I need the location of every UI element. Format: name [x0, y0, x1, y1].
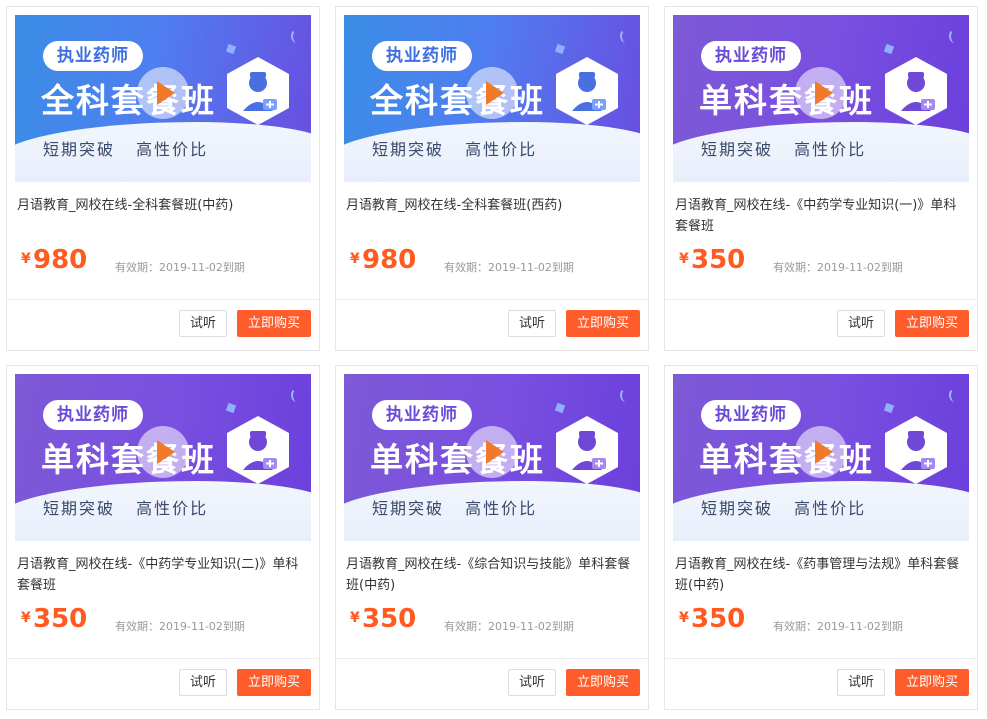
- divider: [665, 299, 977, 300]
- decor-arc: [291, 29, 303, 43]
- course-price: 350: [691, 245, 746, 275]
- pharmacist-icon: [227, 416, 289, 484]
- currency-symbol: ¥: [350, 610, 360, 626]
- decor-shape: [554, 402, 566, 414]
- pharmacist-icon: [227, 57, 289, 125]
- expiry-text: 有效期：2019-11-02到期: [115, 620, 245, 633]
- banner-title: 全科套餐班: [370, 81, 545, 120]
- play-icon[interactable]: [795, 67, 847, 119]
- banner-tag: 执业药师: [372, 400, 472, 430]
- course-title[interactable]: 月语教育_网校在线-全科套餐班(西药): [346, 195, 640, 216]
- banner-subtitle: 短期突破 高性价比: [372, 140, 538, 159]
- trial-button[interactable]: 试听: [837, 310, 885, 337]
- pharmacist-icon: [885, 416, 947, 484]
- divider: [7, 658, 319, 659]
- divider: [336, 658, 648, 659]
- course-card: 执业药师 全科套餐班 短期突破 高性价比 月语教育_网校在线-全科套餐班(中药)…: [6, 6, 320, 351]
- course-title[interactable]: 月语教育_网校在线-《中药学专业知识(二)》单科套餐班: [17, 554, 311, 596]
- banner-subtitle: 短期突破 高性价比: [701, 499, 867, 518]
- course-price: 980: [33, 245, 88, 275]
- divider: [665, 658, 977, 659]
- trial-button[interactable]: 试听: [179, 310, 227, 337]
- currency-symbol: ¥: [21, 610, 31, 626]
- course-banner[interactable]: 执业药师 单科套餐班 短期突破 高性价比: [344, 374, 640, 541]
- buy-now-button[interactable]: 立即购买: [566, 669, 640, 696]
- banner-subtitle: 短期突破 高性价比: [43, 499, 209, 518]
- course-price: 980: [362, 245, 417, 275]
- course-price: 350: [362, 604, 417, 634]
- trial-button[interactable]: 试听: [508, 310, 556, 337]
- banner-subtitle: 短期突破 高性价比: [43, 140, 209, 159]
- banner-title: 单科套餐班: [41, 440, 216, 479]
- expiry-text: 有效期：2019-11-02到期: [773, 620, 903, 633]
- course-title[interactable]: 月语教育_网校在线-《综合知识与技能》单科套餐班(中药): [346, 554, 640, 596]
- pharmacist-icon: [556, 416, 618, 484]
- course-card: 执业药师 单科套餐班 短期突破 高性价比 月语教育_网校在线-《药事管理与法规》…: [664, 365, 978, 710]
- trial-button[interactable]: 试听: [837, 669, 885, 696]
- banner-title: 单科套餐班: [699, 81, 874, 120]
- buy-now-button[interactable]: 立即购买: [895, 669, 969, 696]
- expiry-text: 有效期：2019-11-02到期: [115, 261, 245, 274]
- banner-tag: 执业药师: [43, 400, 143, 430]
- buy-now-button[interactable]: 立即购买: [895, 310, 969, 337]
- divider: [336, 299, 648, 300]
- banner-tag: 执业药师: [372, 41, 472, 71]
- course-title[interactable]: 月语教育_网校在线-《药事管理与法规》单科套餐班(中药): [675, 554, 969, 596]
- course-banner[interactable]: 执业药师 全科套餐班 短期突破 高性价比: [344, 15, 640, 182]
- decor-arc: [620, 29, 632, 43]
- trial-button[interactable]: 试听: [179, 669, 227, 696]
- expiry-text: 有效期：2019-11-02到期: [773, 261, 903, 274]
- decor-shape: [225, 43, 237, 55]
- course-card: 执业药师 单科套餐班 短期突破 高性价比 月语教育_网校在线-《中药学专业知识(…: [6, 365, 320, 710]
- banner-title: 全科套餐班: [41, 81, 216, 120]
- course-card: 执业药师 单科套餐班 短期突破 高性价比 月语教育_网校在线-《中药学专业知识(…: [664, 6, 978, 351]
- banner-tag: 执业药师: [43, 41, 143, 71]
- play-icon[interactable]: [466, 67, 518, 119]
- divider: [7, 299, 319, 300]
- decor-shape: [883, 43, 895, 55]
- buy-now-button[interactable]: 立即购买: [237, 310, 311, 337]
- pharmacist-icon: [556, 57, 618, 125]
- currency-symbol: ¥: [21, 251, 31, 267]
- course-price: 350: [691, 604, 746, 634]
- course-banner[interactable]: 执业药师 单科套餐班 短期突破 高性价比: [673, 15, 969, 182]
- banner-subtitle: 短期突破 高性价比: [701, 140, 867, 159]
- course-title[interactable]: 月语教育_网校在线-全科套餐班(中药): [17, 195, 311, 216]
- play-icon[interactable]: [466, 426, 518, 478]
- trial-button[interactable]: 试听: [508, 669, 556, 696]
- course-banner[interactable]: 执业药师 单科套餐班 短期突破 高性价比: [673, 374, 969, 541]
- play-icon[interactable]: [795, 426, 847, 478]
- course-price: 350: [33, 604, 88, 634]
- currency-symbol: ¥: [679, 251, 689, 267]
- decor-arc: [949, 388, 961, 402]
- banner-tag: 执业药师: [701, 41, 801, 71]
- currency-symbol: ¥: [679, 610, 689, 626]
- decor-shape: [883, 402, 895, 414]
- decor-arc: [620, 388, 632, 402]
- decor-arc: [291, 388, 303, 402]
- play-icon[interactable]: [137, 426, 189, 478]
- course-card: 执业药师 单科套餐班 短期突破 高性价比 月语教育_网校在线-《综合知识与技能》…: [335, 365, 649, 710]
- currency-symbol: ¥: [350, 251, 360, 267]
- course-card: 执业药师 全科套餐班 短期突破 高性价比 月语教育_网校在线-全科套餐班(西药)…: [335, 6, 649, 351]
- play-icon[interactable]: [137, 67, 189, 119]
- banner-title: 单科套餐班: [370, 440, 545, 479]
- decor-shape: [225, 402, 237, 414]
- expiry-text: 有效期：2019-11-02到期: [444, 261, 574, 274]
- decor-arc: [949, 29, 961, 43]
- pharmacist-icon: [885, 57, 947, 125]
- course-title[interactable]: 月语教育_网校在线-《中药学专业知识(一)》单科套餐班: [675, 195, 969, 237]
- decor-shape: [554, 43, 566, 55]
- course-banner[interactable]: 执业药师 全科套餐班 短期突破 高性价比: [15, 15, 311, 182]
- banner-subtitle: 短期突破 高性价比: [372, 499, 538, 518]
- banner-tag: 执业药师: [701, 400, 801, 430]
- buy-now-button[interactable]: 立即购买: [566, 310, 640, 337]
- course-banner[interactable]: 执业药师 单科套餐班 短期突破 高性价比: [15, 374, 311, 541]
- expiry-text: 有效期：2019-11-02到期: [444, 620, 574, 633]
- buy-now-button[interactable]: 立即购买: [237, 669, 311, 696]
- banner-title: 单科套餐班: [699, 440, 874, 479]
